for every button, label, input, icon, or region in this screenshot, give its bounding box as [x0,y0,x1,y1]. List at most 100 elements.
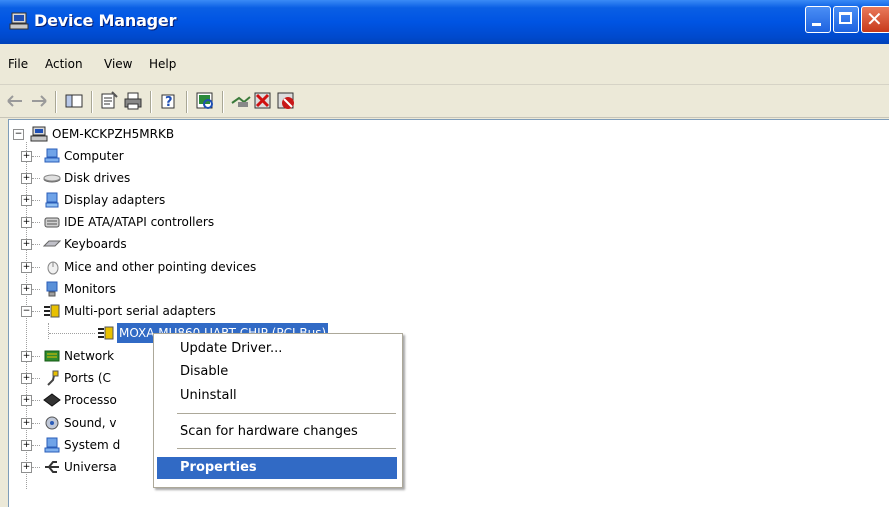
ports-icon [47,370,59,386]
menu-separator [177,413,396,414]
expand-toggle[interactable]: + [21,151,32,162]
close-button[interactable]: ✕ [861,6,889,33]
system-devices-icon [44,437,60,453]
toolbar-separator [222,91,224,113]
tree-connector [32,244,40,246]
keyboard-icon [43,240,61,247]
disk-drive-icon [43,174,61,183]
expand-toggle[interactable]: + [21,418,32,429]
tree-connector [32,267,40,269]
usb-icon [45,461,59,473]
tree-connector [32,222,40,224]
minimize-button[interactable] [805,6,831,33]
svg-text:?: ? [165,95,173,110]
tree-connector [32,356,40,358]
uninstall-icon[interactable] [252,90,274,112]
expand-toggle[interactable]: + [21,239,32,250]
tree-node-label: Computer [64,149,124,163]
expand-toggle[interactable]: + [21,462,32,473]
tree-connector [32,289,40,291]
help-icon[interactable]: ? [158,90,180,112]
tree-node-label: Network [64,349,115,363]
expand-toggle[interactable]: + [21,395,32,406]
display-adapter-icon [45,192,59,208]
menu-disable[interactable]: Disable [157,361,397,383]
sound-icon [45,416,59,430]
tree-connector [32,178,40,180]
toolbar: ? [0,85,889,118]
device-manager-window: Device Manager ✕ File Action View Help ?… [0,0,889,507]
toolbar-separator [150,91,152,113]
close-icon: ✕ [866,7,883,31]
computer-icon [44,148,60,163]
serial-adapter-icon [98,326,114,340]
monitor-icon [46,281,58,297]
collapse-toggle[interactable]: − [21,306,32,317]
menu-view[interactable]: View [104,57,132,71]
menu-uninstall[interactable]: Uninstall [157,385,397,407]
tree-root-label: OEM-KCKPZH5MRKB [52,127,175,141]
expand-toggle[interactable]: + [21,262,32,273]
print-icon[interactable] [122,90,144,112]
tree-node-label: Monitors [64,282,116,296]
toolbar-separator [91,91,93,113]
disable-icon[interactable] [275,90,297,112]
expand-toggle[interactable]: + [21,284,32,295]
menu-bar: File Action View Help [0,44,889,85]
toolbar-separator [55,91,57,113]
tree-connector [32,400,40,402]
tree-node-label: Sound, v [64,416,117,430]
back-icon[interactable] [4,90,26,112]
tree-node-label: Disk drives [64,171,131,185]
expand-toggle[interactable]: + [21,440,32,451]
tree-node-label: Mice and other pointing devices [64,260,257,274]
scan-hardware-icon[interactable] [194,90,216,112]
tree-connector [32,200,40,202]
expand-toggle[interactable]: + [21,351,32,362]
tree-connector [32,156,40,158]
update-driver-icon[interactable] [230,90,252,112]
computer-root-icon [30,126,48,142]
expand-toggle[interactable]: + [21,195,32,206]
tree-node-label: Processo [64,393,117,407]
expand-toggle[interactable]: + [21,373,32,384]
mouse-icon [47,261,59,275]
menu-properties[interactable]: Properties [157,457,397,479]
ide-controller-icon [44,217,60,228]
window-title: Device Manager [34,11,177,30]
device-tree[interactable]: − OEM-KCKPZH5MRKB + Computer + Disk driv… [8,119,889,507]
menu-update-driver[interactable]: Update Driver... [157,338,397,360]
network-adapter-icon [44,350,60,362]
forward-icon[interactable] [28,90,50,112]
menu-scan-hardware[interactable]: Scan for hardware changes [157,421,397,443]
tree-node-label: Ports (C [64,371,111,385]
maximize-icon [839,12,852,24]
title-bar[interactable]: Device Manager ✕ [0,0,889,44]
toolbar-separator [186,91,188,113]
tree-connector [32,378,40,380]
tree-connector [32,467,40,469]
menu-file[interactable]: File [8,57,28,71]
collapse-toggle[interactable]: − [13,129,24,140]
tree-node-label: Display adapters [64,193,166,207]
expand-toggle[interactable]: + [21,173,32,184]
tree-connector [49,333,95,335]
processor-icon [43,393,61,407]
minimize-icon [812,23,821,26]
properties-icon[interactable] [98,90,120,112]
expand-toggle[interactable]: + [21,217,32,228]
menu-action[interactable]: Action [45,57,83,71]
show-hide-console-tree-icon[interactable] [63,90,85,112]
maximize-button[interactable] [833,6,859,33]
serial-adapter-icon [44,304,60,318]
device-manager-icon [9,12,29,30]
tree-node-label: Keyboards [64,237,127,251]
tree-connector [32,423,40,425]
tree-node-label: Universa [64,460,117,474]
tree-node-label: Multi-port serial adapters [64,304,216,318]
tree-node-label: System d [64,438,121,452]
tree-connector [32,311,40,313]
context-menu: Update Driver... Disable Uninstall Scan … [153,333,403,488]
menu-help[interactable]: Help [149,57,176,71]
tree-node-label: IDE ATA/ATAPI controllers [64,215,215,229]
